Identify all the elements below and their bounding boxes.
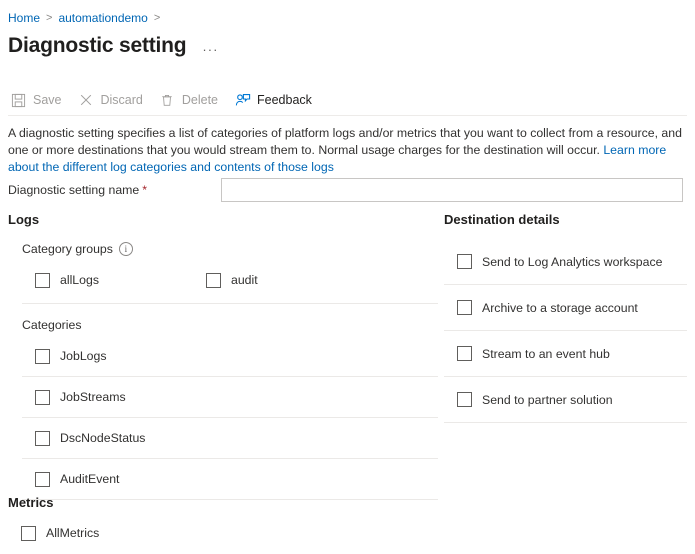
- checkbox-row-auditevent[interactable]: AuditEvent: [8, 459, 438, 499]
- logs-section: Logs Category groups i allLogs audit Cat…: [8, 212, 438, 500]
- metrics-heading: Metrics: [8, 495, 438, 510]
- discard-label: Discard: [101, 93, 143, 107]
- checkbox-row-allmetrics[interactable]: AllMetrics: [8, 518, 438, 548]
- checkbox-row-audit[interactable]: audit: [206, 273, 258, 288]
- checkbox-row-jobstreams[interactable]: JobStreams: [8, 377, 438, 417]
- info-icon[interactable]: i: [119, 242, 133, 256]
- feedback-label: Feedback: [257, 93, 312, 107]
- breadcrumb-item-home[interactable]: Home: [8, 11, 40, 25]
- delete-button[interactable]: Delete: [159, 92, 218, 109]
- save-button[interactable]: Save: [10, 92, 62, 109]
- category-groups-row: allLogs audit: [8, 266, 438, 294]
- checkbox-label-log-analytics[interactable]: Send to Log Analytics workspace: [482, 255, 662, 269]
- diagnostic-setting-page: Home > automationdemo > Diagnostic setti…: [0, 0, 695, 554]
- more-options-icon[interactable]: ···: [202, 44, 218, 56]
- checkbox-label-jobstreams[interactable]: JobStreams: [60, 390, 126, 404]
- feedback-icon: [234, 92, 251, 109]
- checkbox-label-dscnodestatus[interactable]: DscNodeStatus: [60, 431, 145, 445]
- checkbox-audit[interactable]: [206, 273, 221, 288]
- checkbox-joblogs[interactable]: [35, 349, 50, 364]
- checkbox-row-alllogs[interactable]: allLogs: [35, 273, 206, 288]
- command-bar-divider: [8, 115, 687, 116]
- checkbox-row-partner-solution[interactable]: Send to partner solution: [444, 377, 687, 422]
- checkbox-label-event-hub[interactable]: Stream to an event hub: [482, 347, 610, 361]
- breadcrumb-separator-icon: >: [154, 11, 160, 25]
- checkbox-jobstreams[interactable]: [35, 390, 50, 405]
- categories-label: Categories: [22, 318, 438, 332]
- checkbox-event-hub[interactable]: [457, 346, 472, 361]
- delete-label: Delete: [182, 93, 218, 107]
- close-icon: [78, 92, 95, 109]
- checkbox-dscnodestatus[interactable]: [35, 431, 50, 446]
- checkbox-storage-account[interactable]: [457, 300, 472, 315]
- checkbox-label-allmetrics[interactable]: AllMetrics: [46, 526, 99, 540]
- checkbox-label-audit[interactable]: audit: [231, 273, 258, 287]
- checkbox-auditevent[interactable]: [35, 472, 50, 487]
- category-groups-label: Category groups i: [22, 242, 438, 256]
- checkbox-row-joblogs[interactable]: JobLogs: [8, 336, 438, 376]
- page-title: Diagnostic setting: [8, 33, 186, 59]
- feedback-button[interactable]: Feedback: [234, 92, 312, 109]
- trash-icon: [159, 92, 176, 109]
- destination-details-section: Destination details Send to Log Analytic…: [444, 212, 687, 423]
- checkbox-row-log-analytics[interactable]: Send to Log Analytics workspace: [444, 239, 687, 284]
- checkbox-label-alllogs[interactable]: allLogs: [60, 273, 99, 287]
- description-body: A diagnostic setting specifies a list of…: [8, 126, 682, 157]
- diagnostic-setting-name-input[interactable]: [221, 178, 683, 202]
- save-label: Save: [33, 93, 62, 107]
- logs-heading: Logs: [8, 212, 438, 227]
- checkbox-row-event-hub[interactable]: Stream to an event hub: [444, 331, 687, 376]
- category-groups-text: Category groups: [22, 242, 113, 256]
- checkbox-row-dscnodestatus[interactable]: DscNodeStatus: [8, 418, 438, 458]
- checkbox-label-joblogs[interactable]: JobLogs: [60, 349, 107, 363]
- checkbox-row-storage-account[interactable]: Archive to a storage account: [444, 285, 687, 330]
- checkbox-label-partner-solution[interactable]: Send to partner solution: [482, 393, 613, 407]
- checkbox-alllogs[interactable]: [35, 273, 50, 288]
- breadcrumb: Home > automationdemo >: [8, 11, 166, 25]
- categories-block: Categories JobLogs JobStreams DscNodeSta…: [8, 318, 438, 500]
- checkbox-label-storage-account[interactable]: Archive to a storage account: [482, 301, 638, 315]
- save-icon: [10, 92, 27, 109]
- diagnostic-setting-name-label: Diagnostic setting name*: [8, 183, 147, 197]
- checkbox-partner-solution[interactable]: [457, 392, 472, 407]
- breadcrumb-separator-icon: >: [46, 11, 52, 25]
- page-title-row: Diagnostic setting ···: [8, 33, 218, 59]
- destination-details-heading: Destination details: [444, 212, 687, 227]
- metrics-section: Metrics AllMetrics: [8, 495, 438, 548]
- checkbox-allmetrics[interactable]: [21, 526, 36, 541]
- divider: [22, 303, 438, 304]
- discard-button[interactable]: Discard: [78, 92, 143, 109]
- checkbox-label-auditevent[interactable]: AuditEvent: [60, 472, 119, 486]
- command-bar: Save Discard Delete: [10, 88, 328, 112]
- divider: [444, 422, 687, 423]
- checkbox-log-analytics[interactable]: [457, 254, 472, 269]
- required-asterisk: *: [142, 183, 147, 197]
- breadcrumb-item-automationdemo[interactable]: automationdemo: [58, 11, 147, 25]
- name-label-text: Diagnostic setting name: [8, 183, 139, 197]
- description-text: A diagnostic setting specifies a list of…: [8, 125, 684, 176]
- diagnostic-setting-name-row: Diagnostic setting name*: [8, 178, 690, 204]
